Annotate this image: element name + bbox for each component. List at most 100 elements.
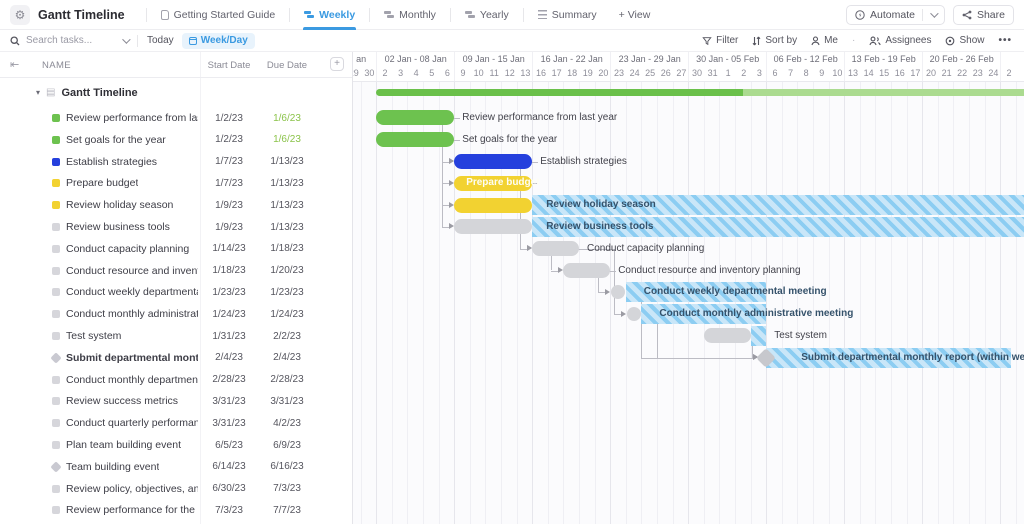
task-due-date[interactable]: 1/6/23 [258,113,316,124]
task-due-date[interactable]: 4/2/23 [258,418,316,429]
chevron-down-icon[interactable] [930,9,938,17]
gantt-task-bar[interactable] [454,198,532,213]
task-start-date[interactable]: 1/2/23 [200,134,258,145]
task-name[interactable]: Review holiday season [66,199,173,211]
task-start-date[interactable]: 2/28/23 [200,374,258,385]
task-start-date[interactable]: 1/7/23 [200,156,258,167]
task-start-date[interactable]: 3/31/23 [200,396,258,407]
task-start-date[interactable]: 1/7/23 [200,178,258,189]
task-name[interactable]: Prepare budget [66,177,138,189]
assignees-button[interactable]: Assignees [869,35,931,46]
gantt-task-bar[interactable] [611,285,625,299]
task-status-icon[interactable] [52,267,60,275]
task-name[interactable]: Review success metrics [66,395,178,407]
task-due-date[interactable]: 3/31/23 [258,396,316,407]
task-start-date[interactable]: 1/9/23 [200,200,258,211]
show-button[interactable]: Show [945,35,984,46]
task-name[interactable]: Conduct monthly administrative m... [66,308,198,320]
table-row[interactable]: Review business tools 1/9/231/13/23 [0,216,352,238]
gantt-task-bar[interactable] [454,154,532,169]
task-start-date[interactable]: 2/4/23 [200,352,258,363]
task-start-date[interactable]: 7/3/23 [200,505,258,516]
task-name[interactable]: Set goals for the year [66,134,166,146]
task-due-date[interactable]: 1/20/23 [258,265,316,276]
task-status-icon[interactable] [52,201,60,209]
due-date-column-header[interactable]: Due Date [258,60,316,71]
task-name[interactable]: Review policy, objectives, and busi... [66,483,198,495]
task-start-date[interactable]: 6/5/23 [200,440,258,451]
gantt-task-bar[interactable] [376,110,454,125]
task-due-date[interactable]: 2/28/23 [258,374,316,385]
gantt-task-bar[interactable] [454,219,532,234]
task-due-date[interactable]: 1/23/23 [258,287,316,298]
task-status-icon[interactable] [52,506,60,514]
table-row[interactable]: Conduct resource and inventory pl...1/18… [0,260,352,282]
tab-summary[interactable]: Summary [531,0,604,30]
task-start-date[interactable]: 3/31/23 [200,418,258,429]
more-options-button[interactable]: ••• [998,35,1012,46]
task-name[interactable]: Conduct monthly departmental m... [66,374,198,386]
add-column-button[interactable]: + [330,57,344,71]
collapse-panel-icon[interactable]: ⇤ [10,58,19,71]
task-due-date[interactable]: 7/3/23 [258,483,316,494]
task-name[interactable]: Submit departmental monthly re... [66,352,198,364]
start-date-column-header[interactable]: Start Date [200,60,258,71]
task-name[interactable]: Conduct weekly departmental me... [66,286,198,298]
milestone-diamond-icon[interactable] [50,461,61,472]
task-due-date[interactable]: 1/13/23 [258,178,316,189]
tab-getting-started-guide[interactable]: Getting Started Guide [154,0,283,30]
table-row[interactable]: Conduct monthly administrative m... 1/24/… [0,303,352,325]
task-status-icon[interactable] [52,158,60,166]
week-day-mode-button[interactable]: Week/Day [182,33,255,49]
today-button[interactable]: Today [147,35,174,46]
task-status-icon[interactable] [52,114,60,122]
task-status-icon[interactable] [52,245,60,253]
task-start-date[interactable]: 6/30/23 [200,483,258,494]
rescheduled-range-bar[interactable] [751,326,767,346]
task-start-date[interactable]: 6/14/23 [200,461,258,472]
task-name[interactable]: Establish strategies [66,156,157,168]
gantt-task-bar[interactable] [532,241,579,256]
task-status-icon[interactable] [52,310,60,318]
task-name[interactable]: Review performance for the last 6 ... [66,504,198,516]
tab-weekly[interactable]: Weekly [297,0,362,30]
table-row[interactable]: Review success metrics 3/31/233/31/23 [0,390,352,412]
task-due-date[interactable]: 1/13/23 [258,222,316,233]
task-status-icon[interactable] [52,179,60,187]
task-due-date[interactable]: 6/9/23 [258,440,316,451]
project-progress-bar-done[interactable] [376,89,743,96]
sort-by-button[interactable]: Sort by [752,35,797,46]
task-due-date[interactable]: 1/13/23 [258,200,316,211]
task-name[interactable]: Review business tools [66,221,170,233]
project-progress-bar-remaining[interactable] [743,89,1024,96]
task-name[interactable]: Team building event [66,461,159,473]
task-status-icon[interactable] [52,419,60,427]
tab-monthly[interactable]: Monthly [377,0,443,30]
gantt-task-bar[interactable] [376,132,454,147]
task-status-icon[interactable] [52,288,60,296]
filter-button[interactable]: Filter [702,35,738,46]
table-row[interactable]: Conduct monthly departmental m...2/28/23… [0,369,352,391]
task-status-icon[interactable] [52,376,60,384]
task-status-icon[interactable] [52,397,60,405]
table-row[interactable]: Review performance for the last 6 ...7/3… [0,499,352,521]
task-status-icon[interactable] [52,332,60,340]
task-due-date[interactable]: 2/2/23 [258,331,316,342]
table-row[interactable]: Plan team building event6/5/236/9/23 [0,434,352,456]
task-due-date[interactable]: 1/24/23 [258,309,316,320]
table-row[interactable]: Review policy, objectives, and busi...6/… [0,478,352,500]
task-due-date[interactable]: 6/16/23 [258,461,316,472]
task-due-date[interactable]: 1/13/23 [258,156,316,167]
task-start-date[interactable]: 1/2/23 [200,113,258,124]
share-button[interactable]: Share [953,5,1014,25]
task-status-icon[interactable] [52,136,60,144]
view-settings-button[interactable]: ⚙ [10,5,30,25]
task-name[interactable]: Conduct resource and inventory pl... [66,265,198,277]
table-row[interactable]: Conduct capacity planning1/14/231/18/23 [0,238,352,260]
add-view-button[interactable]: + View [612,0,658,30]
task-start-date[interactable]: 1/31/23 [200,331,258,342]
tab-yearly[interactable]: Yearly [458,0,516,30]
table-row[interactable]: Test system1/31/232/2/23 [0,325,352,347]
task-start-date[interactable]: 1/9/23 [200,222,258,233]
task-start-date[interactable]: 1/14/23 [200,243,258,254]
